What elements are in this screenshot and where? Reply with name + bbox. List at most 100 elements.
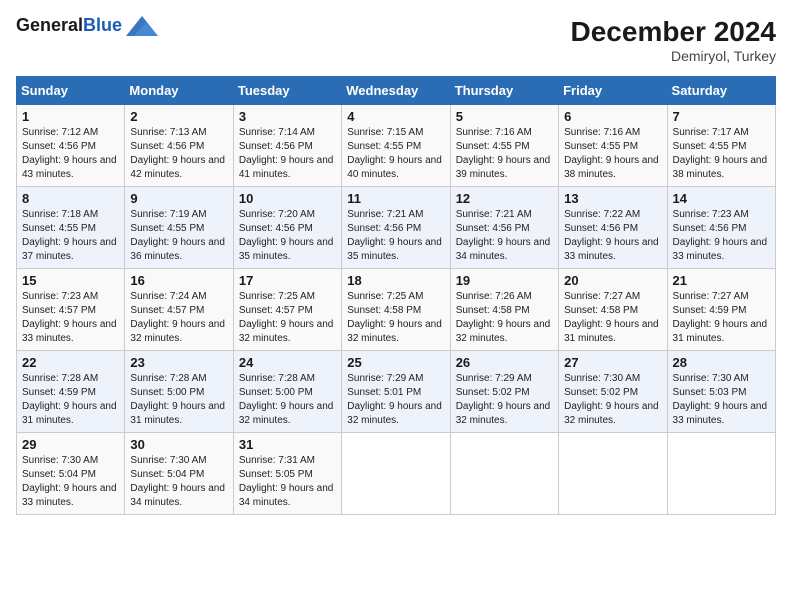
sunset-text: Sunset: 4:59 PM: [22, 387, 96, 398]
daylight-text: Daylight: 9 hours and 31 minutes.: [564, 319, 659, 344]
calendar-cell: 24Sunrise: 7:28 AMSunset: 5:00 PMDayligh…: [233, 351, 341, 433]
day-number: 2: [130, 109, 227, 124]
day-number: 4: [347, 109, 444, 124]
sunset-text: Sunset: 5:03 PM: [673, 387, 747, 398]
daylight-text: Daylight: 9 hours and 42 minutes.: [130, 155, 225, 180]
sunrise-text: Sunrise: 7:27 AM: [564, 291, 640, 302]
sunrise-text: Sunrise: 7:18 AM: [22, 209, 98, 220]
calendar-cell: 6 Sunrise: 7:16 AMSunset: 4:55 PMDaylight…: [559, 105, 667, 187]
day-info: Sunrise: 7:16 AMSunset: 4:55 PMDaylight:…: [564, 126, 661, 182]
calendar-cell: 2 Sunrise: 7:13 AMSunset: 4:56 PMDaylight…: [125, 105, 233, 187]
day-number: 3: [239, 109, 336, 124]
day-info: Sunrise: 7:23 AMSunset: 4:57 PMDaylight:…: [22, 290, 119, 346]
calendar-cell: 9Sunrise: 7:19 AMSunset: 4:55 PMDaylight…: [125, 187, 233, 269]
day-number: 10: [239, 191, 336, 206]
day-info: Sunrise: 7:25 AMSunset: 4:57 PMDaylight:…: [239, 290, 336, 346]
day-number: 29: [22, 437, 119, 452]
day-number: 1: [22, 109, 119, 124]
sunrise-text: Sunrise: 7:29 AM: [347, 373, 423, 384]
daylight-text: Daylight: 9 hours and 32 minutes.: [456, 319, 551, 344]
daylight-text: Daylight: 9 hours and 33 minutes.: [673, 237, 768, 262]
daylight-text: Daylight: 9 hours and 36 minutes.: [130, 237, 225, 262]
daylight-text: Daylight: 9 hours and 34 minutes.: [239, 483, 334, 508]
calendar-week-3: 15Sunrise: 7:23 AMSunset: 4:57 PMDayligh…: [17, 269, 776, 351]
daylight-text: Daylight: 9 hours and 33 minutes.: [22, 319, 117, 344]
sunrise-text: Sunrise: 7:24 AM: [130, 291, 206, 302]
sunrise-text: Sunrise: 7:12 AM: [22, 127, 98, 138]
day-number: 27: [564, 355, 661, 370]
day-number: 5: [456, 109, 553, 124]
day-info: Sunrise: 7:21 AMSunset: 4:56 PMDaylight:…: [456, 208, 553, 264]
day-number: 22: [22, 355, 119, 370]
day-info: Sunrise: 7:22 AMSunset: 4:56 PMDaylight:…: [564, 208, 661, 264]
calendar-table: Sunday Monday Tuesday Wednesday Thursday…: [16, 76, 776, 515]
sunrise-text: Sunrise: 7:30 AM: [673, 373, 749, 384]
day-number: 28: [673, 355, 770, 370]
calendar-week-2: 8Sunrise: 7:18 AMSunset: 4:55 PMDaylight…: [17, 187, 776, 269]
sunset-text: Sunset: 4:55 PM: [22, 223, 96, 234]
sunrise-text: Sunrise: 7:14 AM: [239, 127, 315, 138]
col-saturday: Saturday: [667, 77, 775, 105]
sunset-text: Sunset: 4:58 PM: [347, 305, 421, 316]
calendar-cell: 18Sunrise: 7:25 AMSunset: 4:58 PMDayligh…: [342, 269, 450, 351]
sunrise-text: Sunrise: 7:28 AM: [130, 373, 206, 384]
daylight-text: Daylight: 9 hours and 37 minutes.: [22, 237, 117, 262]
calendar-cell: 26Sunrise: 7:29 AMSunset: 5:02 PMDayligh…: [450, 351, 558, 433]
day-number: 23: [130, 355, 227, 370]
sunset-text: Sunset: 5:02 PM: [564, 387, 638, 398]
day-info: Sunrise: 7:28 AMSunset: 5:00 PMDaylight:…: [130, 372, 227, 428]
day-info: Sunrise: 7:26 AMSunset: 4:58 PMDaylight:…: [456, 290, 553, 346]
day-info: Sunrise: 7:25 AMSunset: 4:58 PMDaylight:…: [347, 290, 444, 346]
calendar-cell: 22Sunrise: 7:28 AMSunset: 4:59 PMDayligh…: [17, 351, 125, 433]
daylight-text: Daylight: 9 hours and 38 minutes.: [564, 155, 659, 180]
sunrise-text: Sunrise: 7:17 AM: [673, 127, 749, 138]
sunrise-text: Sunrise: 7:30 AM: [564, 373, 640, 384]
calendar-cell: 7Sunrise: 7:17 AMSunset: 4:55 PMDaylight…: [667, 105, 775, 187]
month-title: December 2024: [571, 16, 776, 48]
daylight-text: Daylight: 9 hours and 35 minutes.: [347, 237, 442, 262]
calendar-cell: 12Sunrise: 7:21 AMSunset: 4:56 PMDayligh…: [450, 187, 558, 269]
day-info: Sunrise: 7:28 AMSunset: 5:00 PMDaylight:…: [239, 372, 336, 428]
daylight-text: Daylight: 9 hours and 32 minutes.: [456, 401, 551, 426]
calendar-cell: 19Sunrise: 7:26 AMSunset: 4:58 PMDayligh…: [450, 269, 558, 351]
day-number: 20: [564, 273, 661, 288]
col-sunday: Sunday: [17, 77, 125, 105]
calendar-cell: 4Sunrise: 7:15 AMSunset: 4:55 PMDaylight…: [342, 105, 450, 187]
calendar-body: 1Sunrise: 7:12 AMSunset: 4:56 PMDaylight…: [17, 105, 776, 515]
day-number: 7: [673, 109, 770, 124]
day-info: Sunrise: 7:13 AMSunset: 4:56 PMDaylight:…: [130, 126, 227, 182]
sunset-text: Sunset: 4:55 PM: [673, 141, 747, 152]
day-info: Sunrise: 7:12 AMSunset: 4:56 PMDaylight:…: [22, 126, 119, 182]
day-info: Sunrise: 7:27 AM Sunset: 4:58 PM Daylight:…: [564, 290, 661, 346]
day-number: 6: [564, 109, 661, 124]
sunrise-text: Sunrise: 7:28 AM: [22, 373, 98, 384]
daylight-text: Daylight: 9 hours and 33 minutes.: [564, 237, 659, 262]
day-info: Sunrise: 7:30 AMSunset: 5:04 PMDaylight:…: [22, 454, 119, 510]
sunrise-text: Sunrise: 7:21 AM: [456, 209, 532, 220]
sunrise-text: Sunrise: 7:28 AM: [239, 373, 315, 384]
day-info: Sunrise: 7:27 AMSunset: 4:59 PMDaylight:…: [673, 290, 770, 346]
daylight-text: Daylight: 9 hours and 40 minutes.: [347, 155, 442, 180]
sunset-text: Sunset: 5:04 PM: [130, 469, 204, 480]
day-info: Sunrise: 7:30 AMSunset: 5:03 PMDaylight:…: [673, 372, 770, 428]
calendar-cell: 17 Sunrise: 7:25 AMSunset: 4:57 PMDayligh…: [233, 269, 341, 351]
sunset-text: Sunset: 4:58 PM: [456, 305, 530, 316]
day-number: 16: [130, 273, 227, 288]
calendar-cell: 27 Sunrise: 7:30 AM Sunset: 5:02 PM Dayligh…: [559, 351, 667, 433]
daylight-text: Daylight: 9 hours and 32 minutes.: [347, 401, 442, 426]
sunset-text: Sunset: 5:05 PM: [239, 469, 313, 480]
sunset-text: Sunset: 4:58 PM: [564, 305, 638, 316]
day-number: 17: [239, 273, 336, 288]
sunrise-text: Sunrise: 7:16 AM: [456, 127, 532, 138]
day-info: Sunrise: 7:23 AMSunset: 4:56 PMDaylight:…: [673, 208, 770, 264]
sunrise-text: Sunrise: 7:19 AM: [130, 209, 206, 220]
calendar-cell: [450, 433, 558, 515]
daylight-text: Daylight: 9 hours and 33 minutes.: [22, 483, 117, 508]
sunrise-text: Sunrise: 7:20 AM: [239, 209, 315, 220]
calendar-cell: 10 Sunrise: 7:20 AMSunset: 4:56 PMDayligh…: [233, 187, 341, 269]
day-number: 11: [347, 191, 444, 206]
daylight-text: Daylight: 9 hours and 32 minutes.: [564, 401, 659, 426]
day-info: Sunrise: 7:20 AMSunset: 4:56 PMDaylight:…: [239, 208, 336, 264]
sunset-text: Sunset: 4:56 PM: [347, 223, 421, 234]
day-number: 9: [130, 191, 227, 206]
